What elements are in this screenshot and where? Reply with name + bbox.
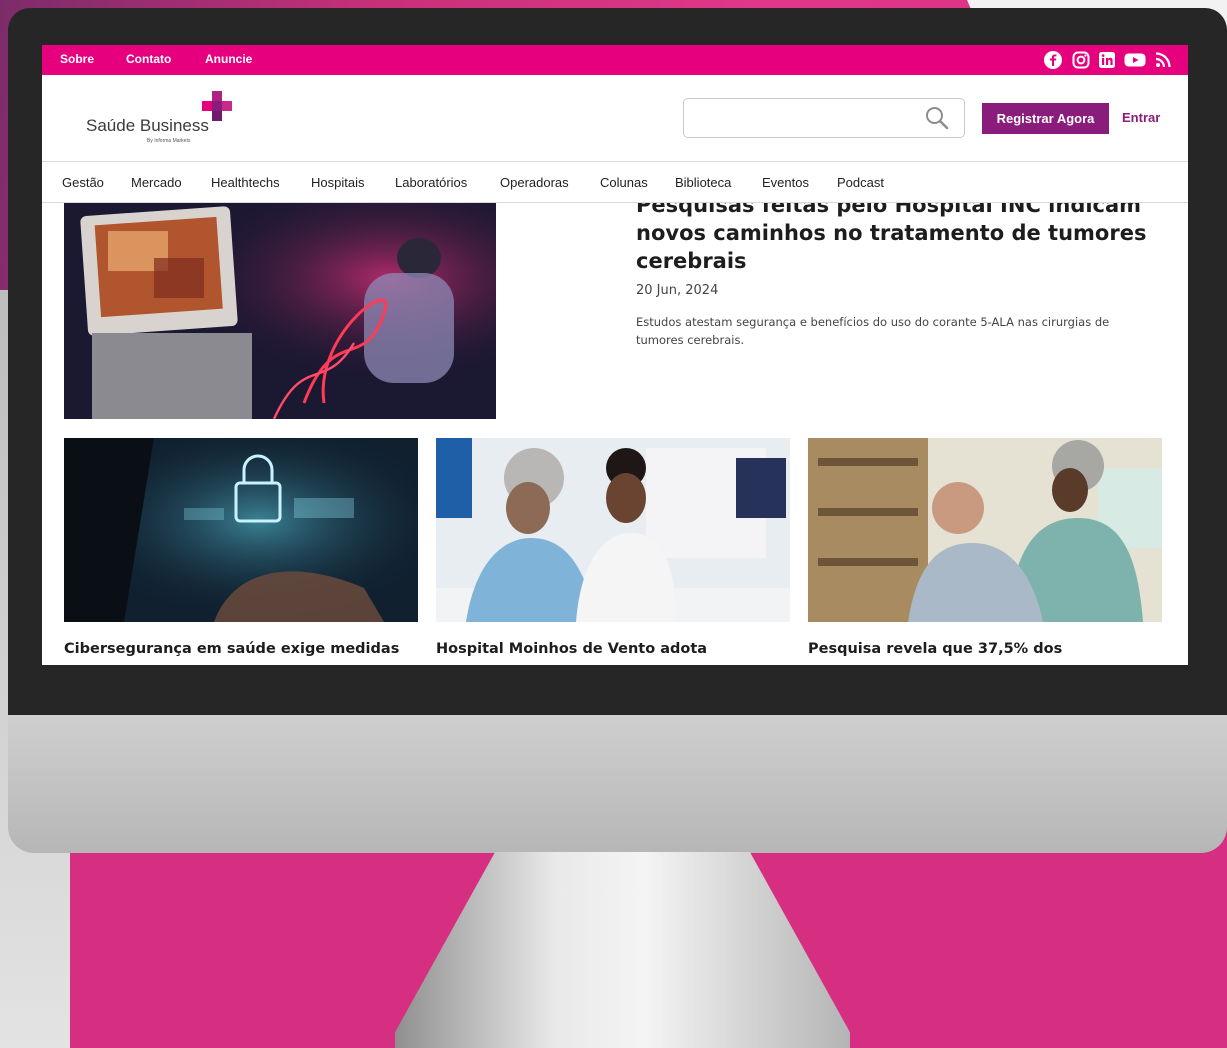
hero-title[interactable]: Pesquisas feitas pelo Hospital INC indic…: [636, 203, 1156, 275]
nav-item-podcast[interactable]: Podcast: [837, 175, 884, 190]
nav-item-operadoras[interactable]: Operadoras: [500, 175, 569, 190]
site-header: Saúde Business By Informa Markets Regist…: [42, 75, 1188, 161]
nav-item-biblioteca[interactable]: Biblioteca: [675, 175, 731, 190]
nav-item-healthtechs[interactable]: Healthtechs: [211, 175, 280, 190]
nav-item-hospitais[interactable]: Hospitais: [311, 175, 364, 190]
logo-cross-icon: [202, 91, 232, 121]
main-nav: Gestão Mercado Healthtechs Hospitais Lab…: [42, 161, 1188, 203]
hero-description: Estudos atestam segurança e benefícios d…: [636, 315, 1110, 347]
card-image-moinhos[interactable]: [436, 438, 790, 622]
hero-date: 20 Jun, 2024: [636, 283, 719, 298]
link-contato[interactable]: Contato: [126, 52, 171, 66]
card-image-pesquisa[interactable]: [808, 438, 1162, 622]
logo-text: Saúde Business: [86, 116, 209, 135]
top-bar: Sobre Contato Anuncie: [42, 45, 1188, 75]
card-image-cybersecurity[interactable]: [64, 438, 418, 622]
logo-subtext: By Informa Markets: [147, 138, 191, 144]
monitor-stand: [395, 852, 850, 1048]
card-title-cybersecurity[interactable]: Cibersegurança em saúde exige medidas: [64, 638, 418, 660]
monitor-chin: [8, 715, 1227, 853]
article-list: Pesquisas feitas pelo Hospital INC indic…: [42, 203, 1188, 665]
nav-item-colunas[interactable]: Colunas: [600, 175, 648, 190]
search-icon[interactable]: [924, 105, 950, 131]
nav-item-gestao[interactable]: Gestão: [62, 175, 104, 190]
link-anuncie[interactable]: Anuncie: [205, 52, 252, 66]
card-title-moinhos[interactable]: Hospital Moinhos de Vento adota: [436, 638, 790, 660]
search-input[interactable]: [683, 98, 965, 138]
link-sobre[interactable]: Sobre: [60, 52, 94, 66]
nav-item-laboratorios[interactable]: Laboratórios: [395, 175, 467, 190]
browser-screen: Sobre Contato Anuncie Saúde Business By …: [42, 45, 1188, 665]
facebook-icon[interactable]: [1043, 50, 1063, 70]
youtube-icon[interactable]: [1123, 50, 1147, 70]
nav-item-mercado[interactable]: Mercado: [131, 175, 182, 190]
login-link[interactable]: Entrar: [1122, 110, 1160, 125]
nav-item-eventos[interactable]: Eventos: [762, 175, 809, 190]
instagram-icon[interactable]: [1071, 50, 1091, 70]
register-button[interactable]: Registrar Agora: [982, 103, 1109, 134]
linkedin-icon[interactable]: [1097, 50, 1117, 70]
rss-icon[interactable]: [1153, 50, 1173, 70]
hero-image[interactable]: [64, 203, 496, 419]
card-title-pesquisa[interactable]: Pesquisa revela que 37,5% dos: [808, 638, 1162, 660]
